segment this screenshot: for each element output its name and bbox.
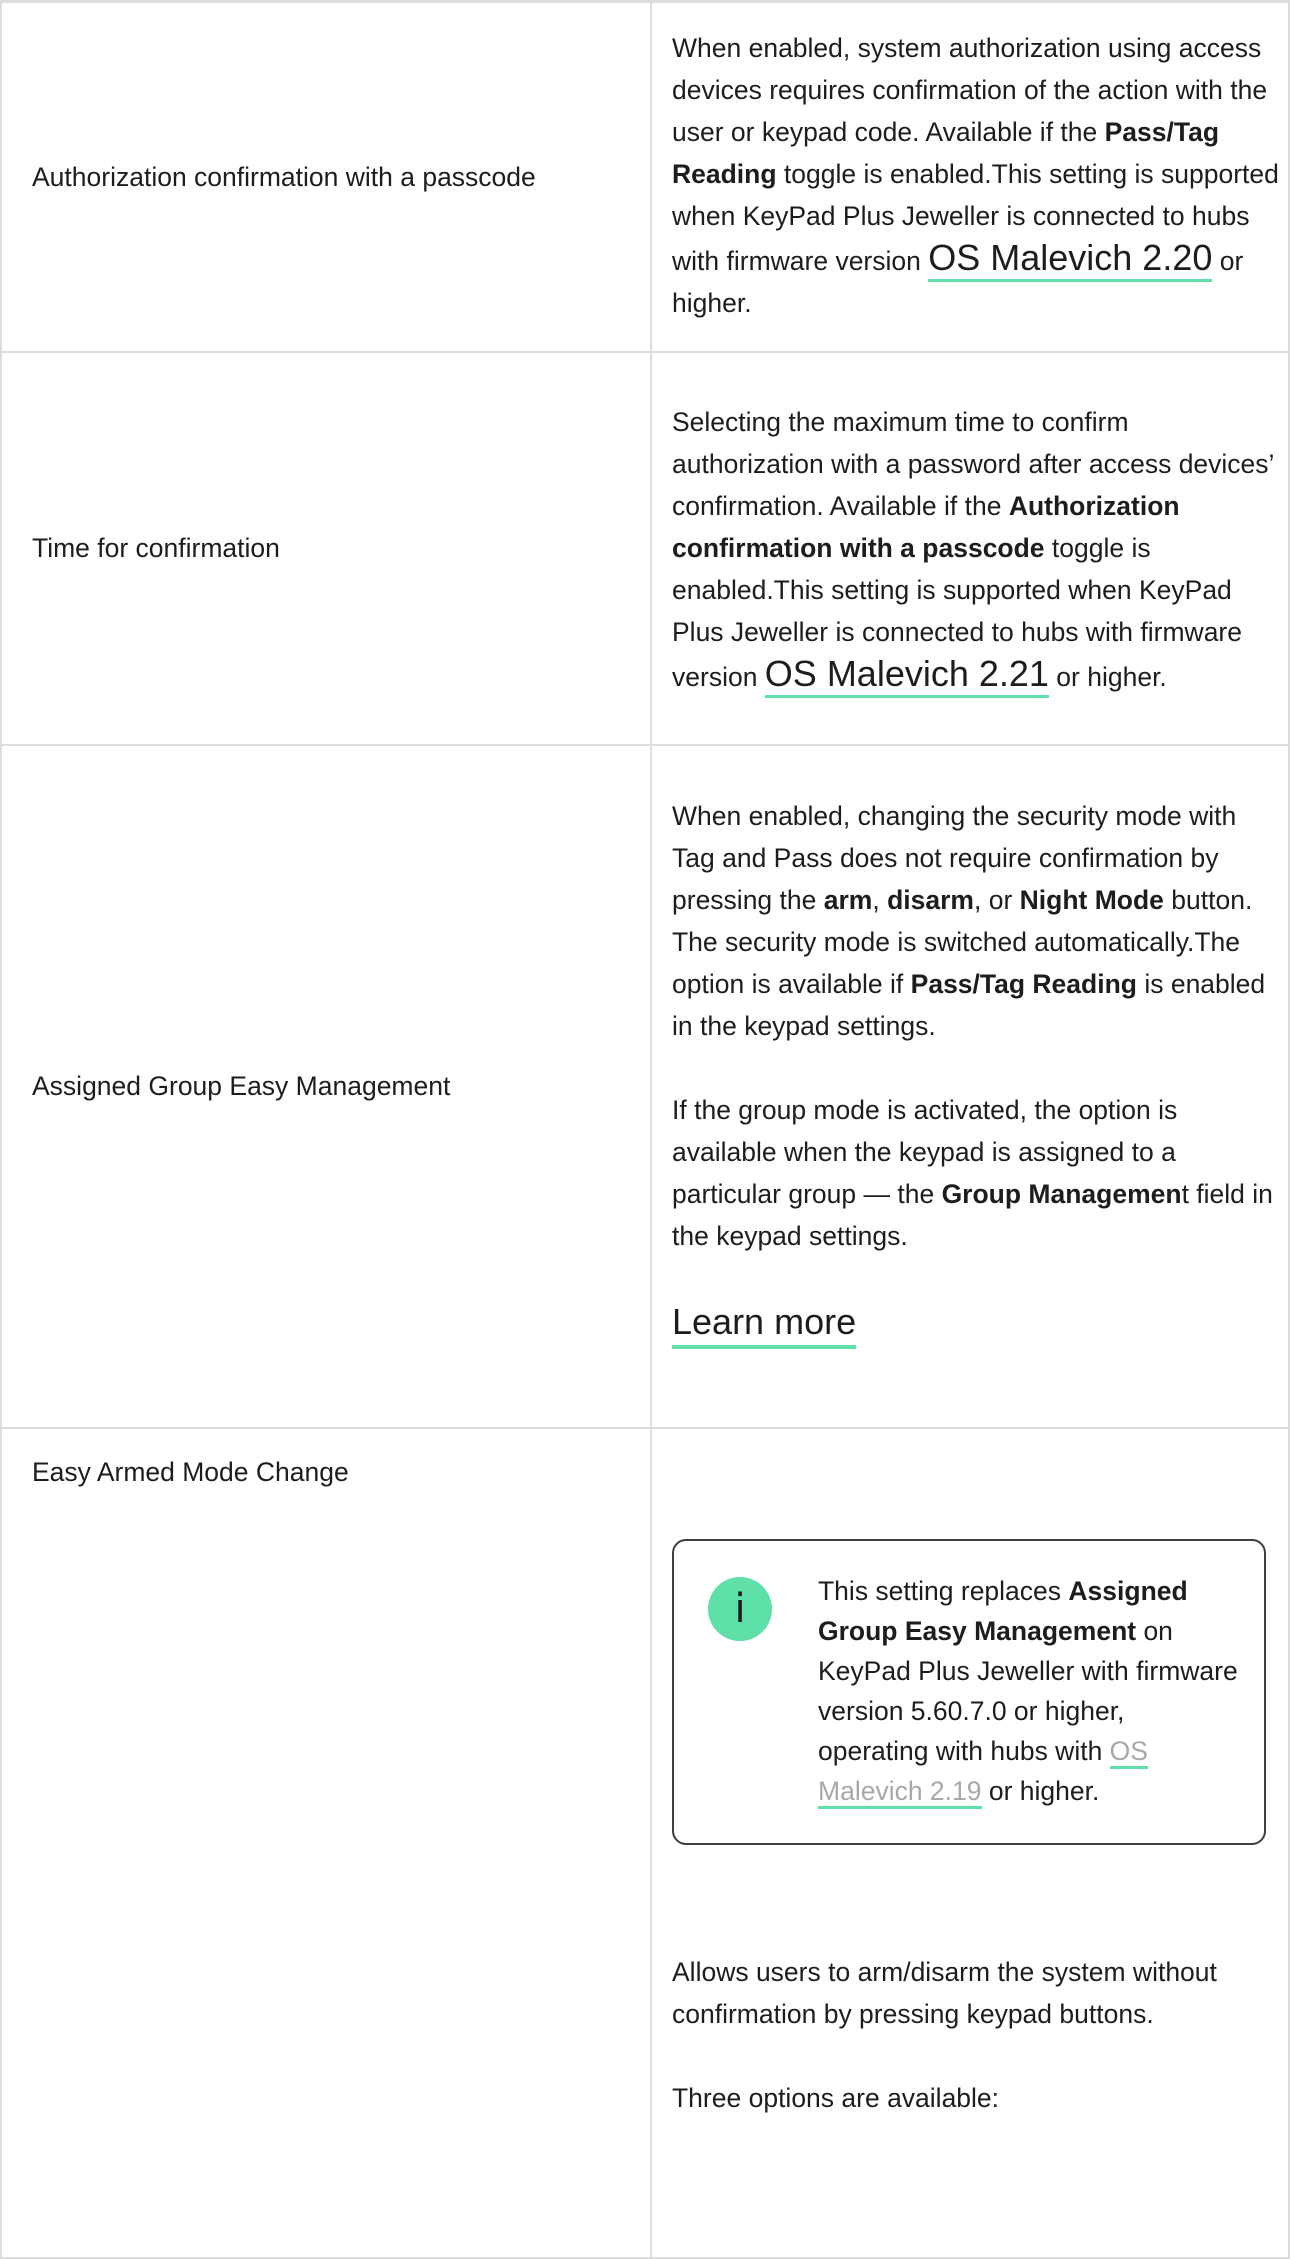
setting-name: Authorization confirmation with a passco… <box>32 161 536 192</box>
description-text: or higher. <box>981 1775 1100 1806</box>
firmware-version-link[interactable]: OS Malevich 2.20 <box>928 237 1213 283</box>
setting-name-cell: Authorization confirmation with a passco… <box>0 0 652 353</box>
setting-name: Assigned Group Easy Management <box>32 1071 451 1101</box>
firmware-version-link[interactable]: OS Malevich 2.21 <box>764 652 1049 698</box>
table-row: Assigned Group Easy Management When enab… <box>0 743 1290 1429</box>
setting-description: If the group mode is activated, the opti… <box>672 1089 1280 1257</box>
table-row: Time for confirmation Selecting the maxi… <box>0 350 1290 746</box>
table-row: Authorization confirmation with a passco… <box>0 0 1290 353</box>
learn-more-link[interactable]: Learn more <box>672 1299 857 1349</box>
description-bold: Pass/Tag Reading <box>910 969 1137 999</box>
setting-description-cell: Selecting the maximum time to confirm au… <box>650 350 1290 746</box>
settings-table: Authorization confirmation with a passco… <box>0 0 1290 2259</box>
description-text: Selecting the maximum time to confirm au… <box>672 406 1274 521</box>
setting-description-cell: i This setting replaces Assigned Group E… <box>650 1426 1290 2259</box>
description-text: This setting replaces <box>818 1575 1069 1606</box>
setting-description: When enabled, changing the security mode… <box>672 795 1280 1047</box>
description-bold: Night Mode <box>1019 885 1164 915</box>
setting-description: Allows users to arm/disarm the system wi… <box>672 1956 1217 2029</box>
description-bold: arm <box>823 885 873 915</box>
setting-name-cell: Easy Armed Mode Change <box>0 1426 652 2259</box>
setting-description-cell: When enabled, changing the security mode… <box>650 743 1290 1429</box>
description-text: , or <box>974 885 1020 915</box>
description-bold: disarm <box>887 885 974 915</box>
description-text: , <box>872 885 888 915</box>
setting-name: Time for confirmation <box>32 533 280 563</box>
setting-name: Easy Armed Mode Change <box>32 1456 349 1487</box>
table-row: Easy Armed Mode Change i This setting re… <box>0 1426 1290 2259</box>
description-bold: Group Managemen <box>941 1179 1182 1209</box>
info-text: This setting replaces Assigned Group Eas… <box>818 1571 1240 1811</box>
setting-description: When enabled, system authorization using… <box>672 27 1280 324</box>
setting-description: Three options are available: <box>672 2082 1000 2113</box>
info-callout: i This setting replaces Assigned Group E… <box>672 1538 1266 1845</box>
description-text: or higher. <box>1048 661 1167 692</box>
setting-name-cell: Assigned Group Easy Management <box>0 743 652 1429</box>
info-icon: i <box>708 1576 772 1641</box>
setting-description-cell: When enabled, system authorization using… <box>650 0 1290 353</box>
setting-name-cell: Time for confirmation <box>0 350 652 746</box>
setting-description: Selecting the maximum time to confirm au… <box>672 401 1280 698</box>
